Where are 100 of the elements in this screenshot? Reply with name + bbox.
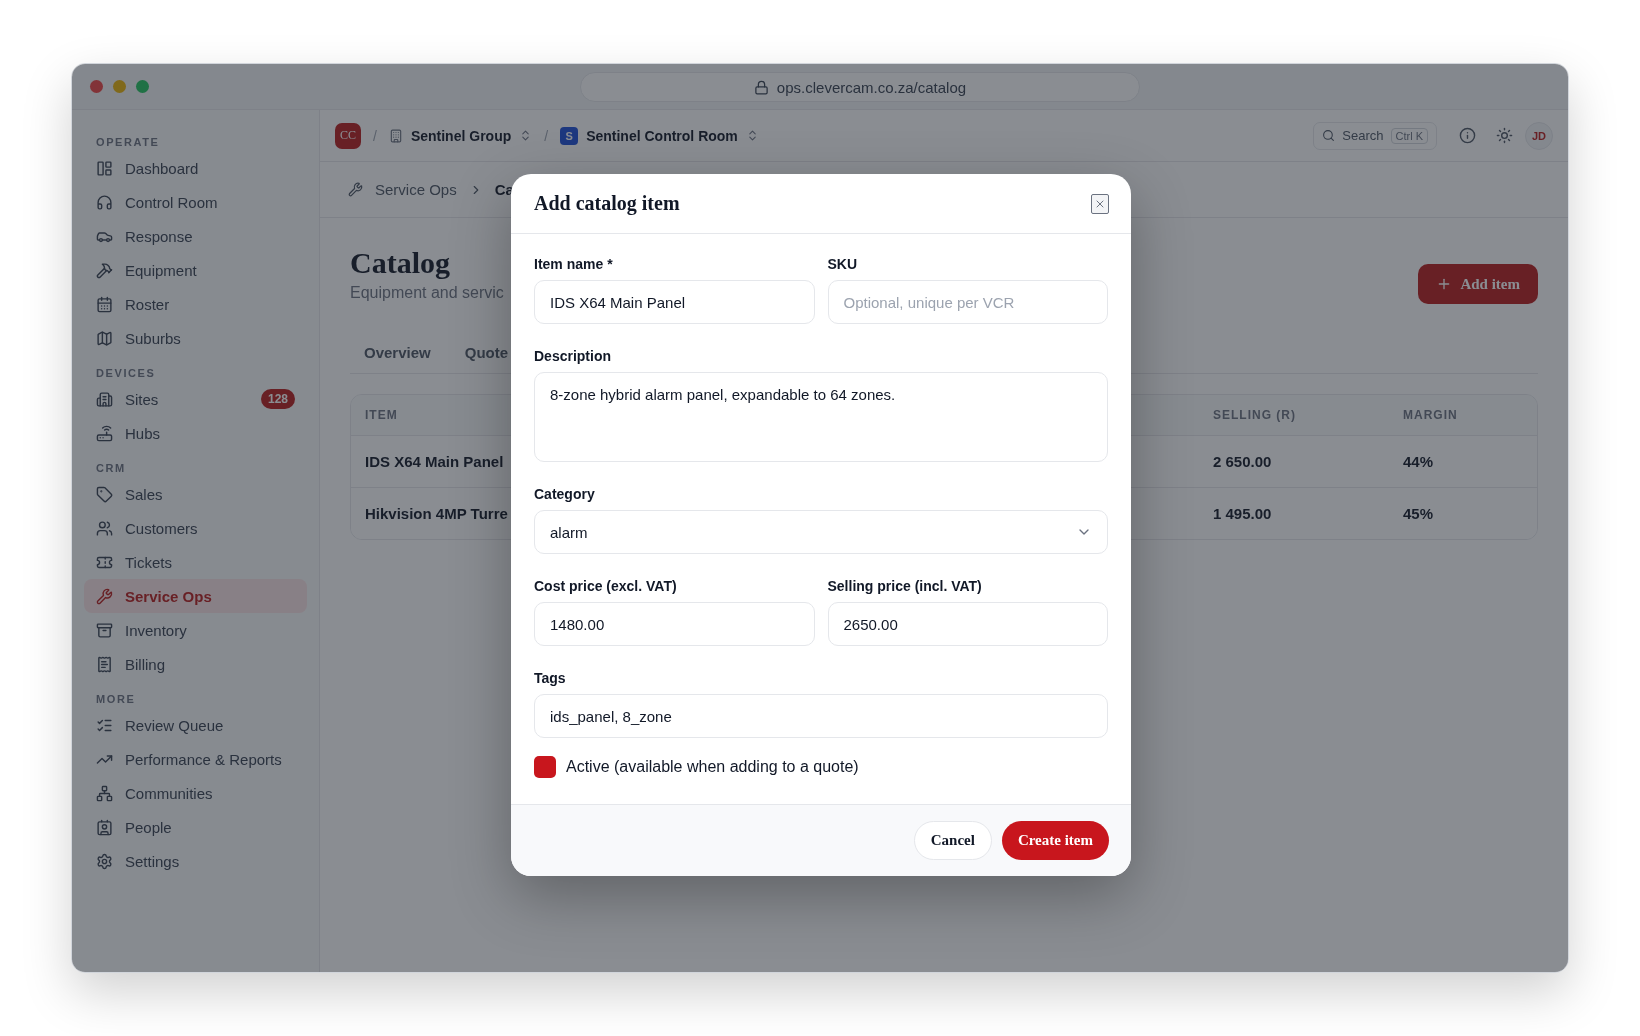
tab[interactable]: Quote [464, 344, 509, 373]
page-title: Catalog [350, 246, 451, 280]
room-badge: S [560, 126, 579, 145]
sidebar-item[interactable]: Tickets [84, 545, 307, 579]
maximize-dot[interactable] [136, 80, 149, 93]
wrench-icon [348, 182, 363, 197]
item-label: Service Ops [125, 587, 212, 605]
sidebar-item[interactable]: Settings [84, 844, 307, 878]
item-label: Roster [125, 295, 170, 313]
sun-icon[interactable] [1496, 127, 1513, 144]
item-label: Suburbs [125, 329, 181, 347]
sidebar-item[interactable]: Billing [84, 647, 307, 681]
item-label: Review Queue [125, 716, 224, 734]
text-field[interactable]: Optional, unique per VCR [827, 280, 1108, 324]
item-label: Response [125, 227, 193, 245]
sidebar-item[interactable]: People [84, 810, 307, 844]
sidebar-item[interactable]: Control Room [84, 185, 307, 219]
sidebar-item[interactable]: Equipment [84, 253, 307, 287]
sidebar-item[interactable]: Performance & Reports [84, 742, 307, 776]
calendar-icon [96, 295, 113, 313]
item-label: Communities [125, 784, 213, 802]
cancel-button[interactable]: Cancel [913, 821, 992, 860]
sidebar-item[interactable]: Review Queue [84, 708, 307, 742]
sidebar-item[interactable]: Service Ops [84, 579, 307, 613]
building-icon [388, 128, 403, 143]
item-label: Hubs [125, 424, 161, 442]
settings-icon [96, 852, 113, 870]
dashboard-icon [96, 159, 113, 177]
headset-icon [96, 193, 113, 211]
item-label: Billing [125, 655, 166, 673]
text-field[interactable]: 1480.00 [534, 602, 815, 646]
create-button[interactable]: Create item [1001, 821, 1109, 860]
address-bar[interactable]: ops.clevercam.co.za/catalog [580, 72, 1140, 102]
field-label: Cost price (excl. VAT) [534, 578, 678, 594]
tab[interactable]: Overview [364, 344, 431, 373]
id-card-icon [96, 818, 113, 836]
sidebar-item[interactable]: Sales [84, 477, 307, 511]
org-logo[interactable]: CC [335, 122, 361, 149]
wrench-icon [96, 587, 113, 605]
info-icon[interactable] [1459, 127, 1476, 144]
item-label: Tickets [125, 553, 172, 571]
sidebar-item[interactable]: Inventory [84, 613, 307, 647]
page-subtitle: Equipment and servic [350, 284, 504, 302]
column-header: SELLING (R) [1213, 408, 1297, 422]
field-label: SKU [827, 256, 859, 272]
category-select[interactable]: alarm [534, 510, 1108, 554]
checkbox-label: Active (available when adding to a quote) [566, 758, 859, 776]
table-cell-text: IDS X64 Main Panel [365, 453, 505, 470]
shortcut-key: Ctrl K [1390, 127, 1428, 144]
field-label: Category [534, 486, 596, 502]
archive-icon [96, 621, 113, 639]
group-switcher[interactable]: Sentinel Group [388, 127, 533, 144]
search-button[interactable]: Search Ctrl K [1313, 121, 1437, 150]
network-icon [96, 784, 113, 802]
count-badge: 128 [260, 389, 295, 409]
text-field[interactable]: ids_panel, 8_zone [534, 694, 1108, 738]
text-field[interactable]: IDS X64 Main Panel [534, 280, 815, 324]
active-checkbox[interactable] [534, 756, 556, 778]
section-title: MORE [95, 693, 137, 705]
tag-icon [96, 485, 113, 503]
column-header: MARGIN [1403, 408, 1459, 422]
minimize-dot[interactable] [113, 80, 126, 93]
field-label: Tags [534, 670, 567, 686]
sidebar-item[interactable]: Customers [84, 511, 307, 545]
sidebar-item[interactable]: Roster [84, 287, 307, 321]
sidebar-item[interactable]: Sites 128 [84, 382, 307, 416]
close-dot[interactable] [90, 80, 103, 93]
table-cell-text: 1 495.00 [1213, 505, 1273, 522]
room-switcher[interactable]: S Sentinel Control Room [560, 126, 759, 145]
sidebar-item[interactable]: Hubs [84, 416, 307, 450]
item-label: Equipment [125, 261, 197, 279]
map-icon [96, 329, 113, 347]
field-label: Selling price (incl. VAT) [827, 578, 983, 594]
close-button[interactable] [1091, 193, 1109, 214]
table-cell-text: 45% [1403, 505, 1435, 522]
sidebar-item[interactable]: Communities [84, 776, 307, 810]
breadcrumb-link[interactable]: Service Ops [375, 181, 457, 198]
item-label: Sites [125, 390, 159, 408]
lock-icon [753, 79, 769, 95]
add-item-button[interactable]: Add item [1418, 264, 1538, 304]
receipt-icon [96, 655, 113, 673]
item-label: Control Room [125, 193, 218, 211]
section-title: DEVICES [95, 367, 157, 379]
user-avatar[interactable]: JD [1525, 121, 1553, 150]
item-label: Settings [125, 852, 180, 870]
table-cell-text: Hikvision 4MP Turre [365, 505, 509, 522]
sidebar-item[interactable]: Dashboard [84, 151, 307, 185]
description-field[interactable]: 8-zone hybrid alarm panel, expandable to 64 zones. [534, 372, 1108, 462]
item-label: Sales [125, 485, 163, 503]
text-field[interactable]: 2650.00 [827, 602, 1108, 646]
section-title: CRM [95, 462, 127, 474]
sidebar-item[interactable]: Suburbs [84, 321, 307, 355]
item-label: Dashboard [125, 159, 199, 177]
hammer-icon [96, 261, 113, 279]
sidebar-item[interactable]: Response [84, 219, 307, 253]
section-title: OPERATE [95, 136, 161, 148]
router-icon [96, 424, 113, 442]
users-icon [96, 519, 113, 537]
building-icon [96, 390, 113, 408]
item-label: Inventory [125, 621, 187, 639]
